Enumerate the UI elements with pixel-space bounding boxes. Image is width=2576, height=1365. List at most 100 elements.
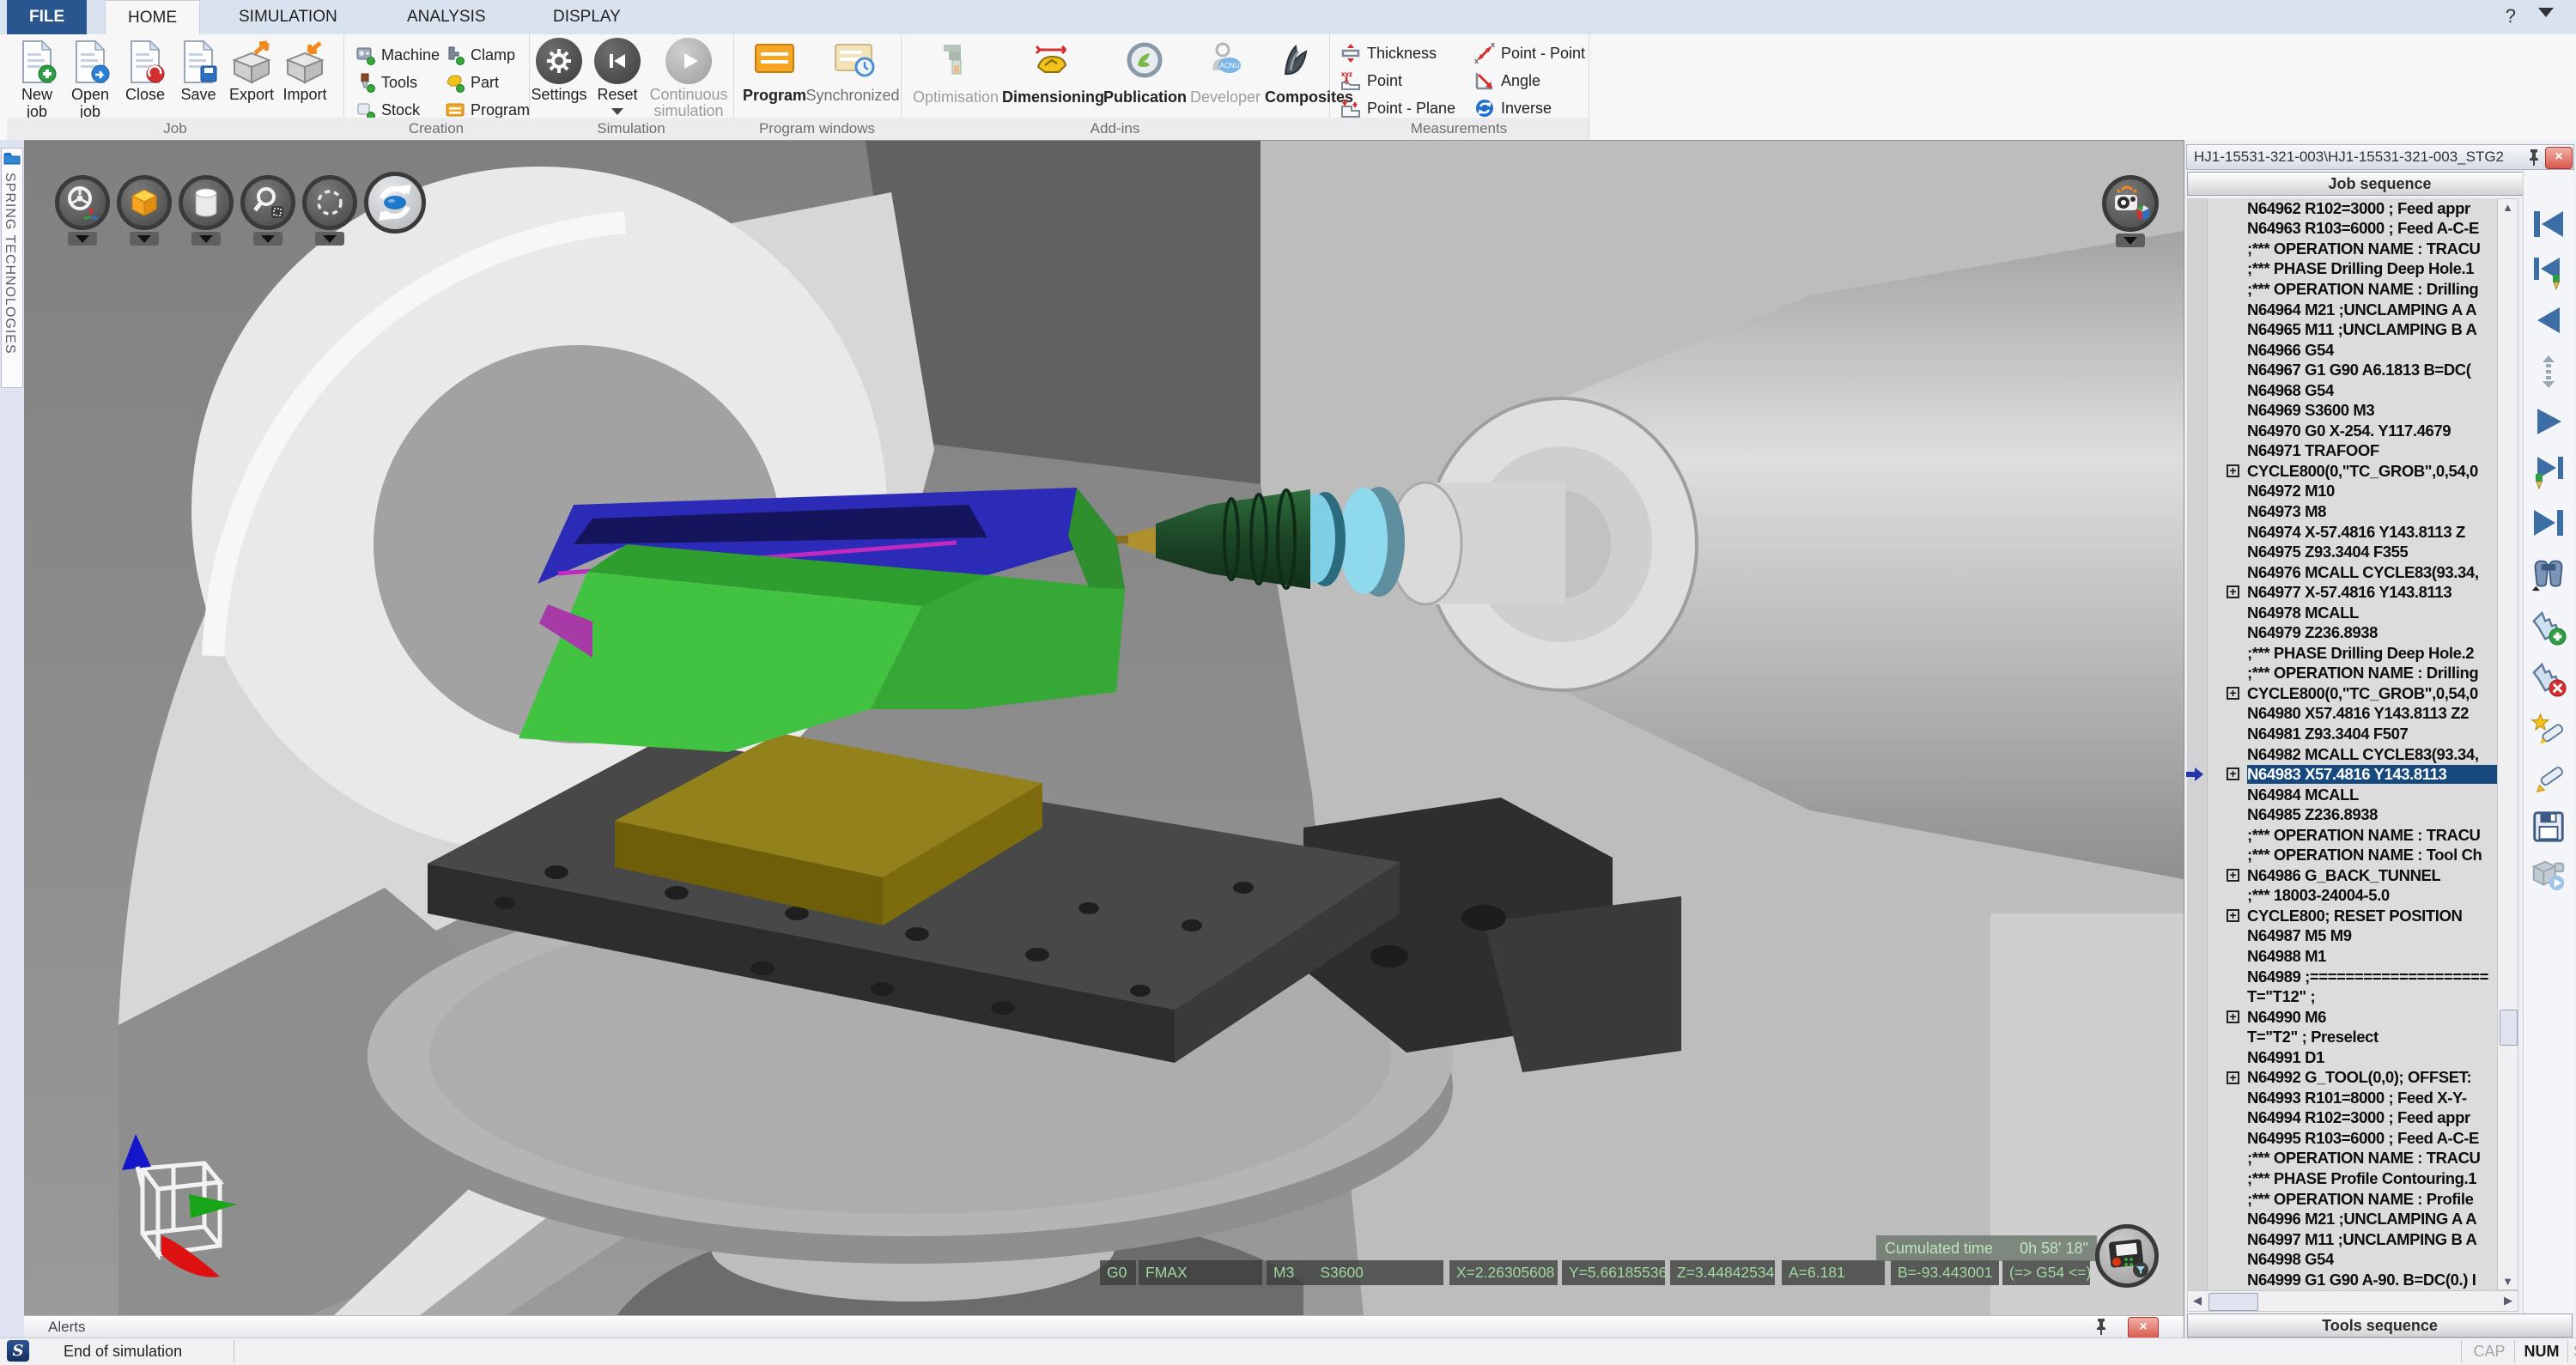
edit-icon[interactable]: [2530, 761, 2567, 797]
code-line[interactable]: + N64962 R102=3000 ; Feed appr: [2208, 198, 2497, 219]
tab-analysis[interactable]: ANALYSIS: [385, 0, 508, 34]
alerts-close-button[interactable]: ×: [2128, 1317, 2159, 1339]
code-line[interactable]: + N64985 Z236.8938: [2208, 804, 2497, 825]
skip-to-end-icon[interactable]: [2530, 505, 2567, 541]
expand-icon[interactable]: +: [2227, 687, 2239, 700]
code-line[interactable]: + N64977 X-57.4816 Y143.8113: [2208, 582, 2497, 603]
help-button[interactable]: ?: [2506, 5, 2516, 27]
developer-button[interactable]: ACNU Developer: [1186, 41, 1265, 106]
view-orientation-dropdown-icon[interactable]: [68, 232, 97, 246]
code-line[interactable]: + ;*** OPERATION NAME : Drilling: [2208, 664, 2497, 684]
code-line[interactable]: + N64991 D1: [2208, 1047, 2497, 1068]
solid-view-dropdown-icon[interactable]: [130, 232, 159, 246]
view-orientation-button[interactable]: [55, 175, 110, 230]
code-line[interactable]: + N64976 MCALL CYCLE83(93.34,: [2208, 562, 2497, 583]
code-line[interactable]: + N64995 R103=6000 ; Feed A-C-E: [2208, 1128, 2497, 1149]
spring-technologies-tab[interactable]: SPRING TECHNOLOGIES: [1, 148, 23, 388]
code-line[interactable]: + T="T2" ; Preselect: [2208, 1027, 2497, 1047]
snapshot-dropdown-icon[interactable]: [2116, 234, 2145, 247]
panel-title-bar[interactable]: HJ1-15531-321-003\HJ1-15531-321-003_STG2: [2186, 144, 2574, 170]
expand-icon[interactable]: +: [2227, 869, 2239, 882]
point-button[interactable]: xyz Point: [1340, 67, 1455, 94]
machine-button[interactable]: Machine: [355, 41, 440, 69]
alerts-pin-icon[interactable]: [2093, 1317, 2109, 1336]
skip-to-start-tool-icon[interactable]: [2530, 254, 2567, 290]
expand-icon[interactable]: +: [2227, 909, 2239, 922]
code-line[interactable]: + CYCLE800; RESET POSITION: [2208, 906, 2497, 926]
code-line[interactable]: + N64971 TRAFOOF: [2208, 441, 2497, 462]
scroll-up-icon[interactable]: ▲: [2498, 201, 2518, 214]
tab-display[interactable]: DISPLAY: [531, 0, 643, 34]
code-line[interactable]: + N64978 MCALL: [2208, 603, 2497, 623]
code-line[interactable]: + N64994 R102=3000 ; Feed appr: [2208, 1108, 2497, 1129]
step-back-icon[interactable]: [2530, 302, 2567, 338]
code-line[interactable]: + N64998 G54: [2208, 1249, 2497, 1270]
code-line[interactable]: + N64987 M5 M9: [2208, 926, 2497, 947]
tools-button[interactable]: Tools: [355, 69, 440, 96]
refresh-view-button[interactable]: [364, 172, 426, 234]
code-line[interactable]: + N64964 M21 ;UNCLAMPING A A: [2208, 300, 2497, 320]
scroll-right-icon[interactable]: ▶: [2502, 1294, 2514, 1307]
auto-scroll-icon[interactable]: [2530, 354, 2567, 390]
new-job-button[interactable]: New job: [10, 39, 64, 120]
code-line[interactable]: + N64974 X-57.4816 Y143.8113 Z: [2208, 522, 2497, 543]
save-button[interactable]: Save: [172, 39, 225, 103]
code-line[interactable]: + ;*** OPERATION NAME : Profile: [2208, 1189, 2497, 1210]
code-line[interactable]: + N64993 R101=8000 ; Feed X-Y-: [2208, 1088, 2497, 1108]
gcode-list[interactable]: + N64962 R102=3000 ; Feed appr + N64963 …: [2208, 198, 2497, 1290]
export-button[interactable]: Export: [225, 39, 278, 103]
selection-button[interactable]: [302, 175, 357, 230]
collapse-ribbon-icon[interactable]: [2538, 8, 2554, 17]
panel-close-button[interactable]: ×: [2545, 147, 2573, 169]
play-icon[interactable]: [2530, 403, 2567, 440]
save-sequence-icon[interactable]: [2530, 809, 2567, 845]
tools-sequence-header[interactable]: Tools sequence: [2187, 1313, 2573, 1338]
job-sequence-header[interactable]: Job sequence: [2187, 172, 2573, 196]
code-line[interactable]: + N64972 M10: [2208, 482, 2497, 502]
code-line[interactable]: + ;*** 18003-24004-5.0: [2208, 886, 2497, 907]
code-line[interactable]: + N64997 M11 ;UNCLAMPING B A: [2208, 1229, 2497, 1250]
code-line[interactable]: + N64966 G54: [2208, 340, 2497, 361]
code-line[interactable]: + T="T12" ;: [2208, 986, 2497, 1007]
tab-file[interactable]: FILE: [7, 0, 87, 34]
angle-button[interactable]: Angle: [1473, 67, 1585, 94]
dimensioning-button[interactable]: Dimensioning: [1002, 41, 1103, 106]
publication-button[interactable]: Publication: [1103, 41, 1186, 106]
vertical-scroll-thumb[interactable]: [2500, 1010, 2518, 1046]
control-panel-button[interactable]: [2095, 1224, 2159, 1288]
code-line[interactable]: + N64989 ;====================: [2208, 967, 2497, 987]
pin-icon[interactable]: [2526, 148, 2542, 167]
code-line[interactable]: + N64992 G_TOOL(0,0); OFFSET:: [2208, 1068, 2497, 1089]
snapshot-button[interactable]: [2102, 175, 2159, 232]
code-line[interactable]: + N64984 MCALL: [2208, 785, 2497, 805]
import-button[interactable]: Import: [278, 39, 331, 103]
expand-icon[interactable]: +: [2227, 464, 2239, 477]
expand-icon[interactable]: +: [2227, 1010, 2239, 1023]
code-line[interactable]: + ;*** OPERATION NAME : TRACU: [2208, 825, 2497, 846]
code-line[interactable]: + N64968 G54: [2208, 380, 2497, 401]
program-window-button[interactable]: Program: [740, 41, 809, 105]
search-icon[interactable]: [2530, 556, 2567, 592]
machine-run-icon[interactable]: [2530, 857, 2567, 893]
scroll-down-icon[interactable]: ▼: [2498, 1275, 2518, 1288]
code-line[interactable]: + N64967 G1 G90 A6.1813 B=DC(: [2208, 360, 2497, 380]
code-line[interactable]: + ;*** OPERATION NAME : TRACU: [2208, 1149, 2497, 1169]
code-line[interactable]: + N64986 G_BACK_TUNNEL: [2208, 865, 2497, 886]
clamp-button[interactable]: Clamp: [445, 41, 530, 69]
tab-home[interactable]: HOME: [105, 0, 200, 35]
code-line[interactable]: + N64999 G1 G90 A-90. B=DC(0.) I: [2208, 1270, 2497, 1290]
code-line[interactable]: + N64965 M11 ;UNCLAMPING B A: [2208, 319, 2497, 340]
skip-to-start-icon[interactable]: [2530, 206, 2567, 242]
code-line[interactable]: + N64982 MCALL CYCLE83(93.34,: [2208, 744, 2497, 765]
code-line[interactable]: + N64980 X57.4816 Y143.8113 Z2: [2208, 704, 2497, 725]
code-line[interactable]: + N64990 M6: [2208, 1007, 2497, 1028]
expand-icon[interactable]: +: [2227, 585, 2239, 598]
settings-button[interactable]: Settings: [527, 38, 591, 103]
synchronized-window-button[interactable]: Synchronized: [805, 41, 900, 105]
code-line[interactable]: + N64988 M1: [2208, 946, 2497, 967]
part-button[interactable]: Part: [445, 69, 530, 96]
tab-simulation[interactable]: SIMULATION: [216, 0, 360, 34]
solid-view-button[interactable]: [117, 175, 172, 230]
reset-button[interactable]: Reset: [586, 38, 649, 119]
selection-dropdown-icon[interactable]: [315, 232, 344, 246]
